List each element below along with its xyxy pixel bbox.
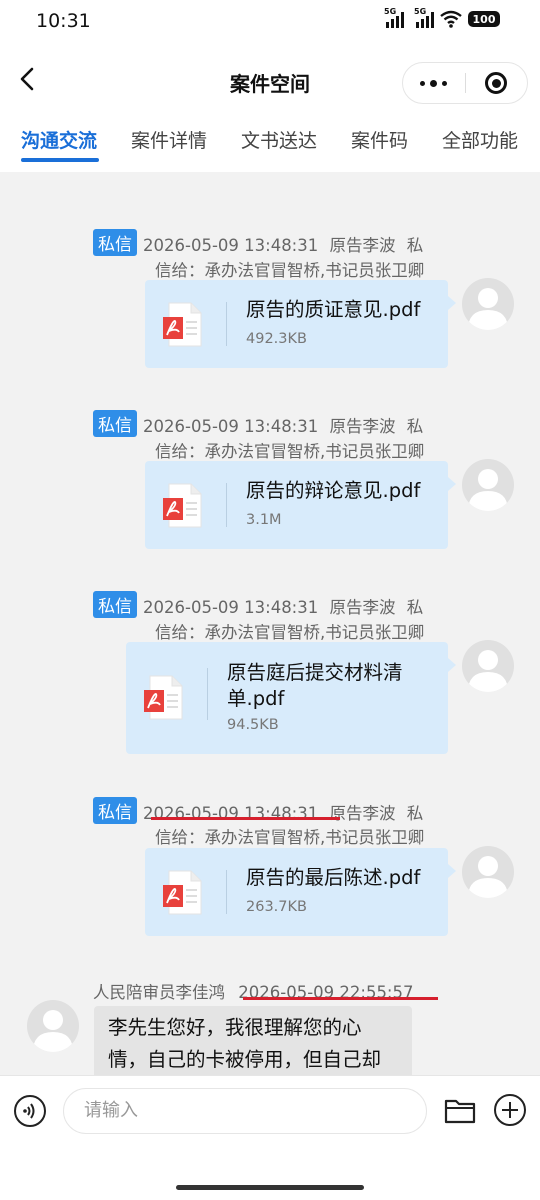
status-time: 10:31 bbox=[36, 10, 91, 32]
message-text-line: 情，自己的卡被停用，但自己却 bbox=[108, 1048, 382, 1071]
dot-icon bbox=[420, 80, 426, 86]
add-attachment-button[interactable] bbox=[494, 1094, 526, 1126]
file-name: 原告的辩论意见.pdf bbox=[246, 479, 421, 502]
target-icon bbox=[485, 72, 508, 94]
voice-input-button[interactable] bbox=[14, 1095, 46, 1127]
dot-icon bbox=[430, 79, 438, 87]
nav-bar: 案件空间 bbox=[0, 46, 540, 116]
signal-icon: 5G bbox=[384, 7, 404, 28]
pdf-file-icon bbox=[163, 483, 202, 528]
file-divider bbox=[226, 483, 227, 527]
message-header: 私信 2026-05-09 13:48:31 原告李波 私 bbox=[93, 410, 423, 437]
avatar[interactable] bbox=[462, 278, 514, 330]
tab-case-details[interactable]: 案件详情 bbox=[131, 126, 207, 153]
message-sender: 原告李波 bbox=[329, 417, 396, 436]
message-header: 私信 2026-05-09 13:48:31 原告李波 私 bbox=[93, 229, 423, 256]
file-bubble[interactable]: 原告的最后陈述.pdf 263.7KB bbox=[145, 848, 448, 936]
file-name-line-2: 单.pdf bbox=[227, 687, 285, 710]
private-tag: 私信 bbox=[93, 410, 137, 437]
status-icons: 5G 5G 100 bbox=[384, 7, 500, 28]
tab-all-functions[interactable]: 全部功能 bbox=[442, 126, 518, 153]
close-mini-program-button[interactable] bbox=[465, 63, 527, 103]
status-bar: 10:31 5G 5G 100 bbox=[0, 0, 540, 46]
avatar[interactable] bbox=[462, 846, 514, 898]
case-space-page: 10:31 5G 5G 100 案件空间 沟通交流 案件详情 文书送达 案件码 … bbox=[0, 0, 540, 1200]
message-recipients: 信给：承办法官冒智桥,书记员张卫卿 bbox=[155, 623, 425, 642]
avatar[interactable] bbox=[27, 1000, 79, 1052]
wifi-icon bbox=[440, 10, 462, 28]
file-name: 原告的质证意见.pdf bbox=[246, 298, 421, 321]
tab-communication[interactable]: 沟通交流 bbox=[21, 126, 97, 153]
private-tag: 私信 bbox=[93, 591, 137, 618]
home-indicator bbox=[176, 1185, 364, 1190]
message-sender: 原告李波 bbox=[329, 804, 396, 823]
message-sender: 原告李波 bbox=[329, 236, 396, 255]
message-recipients: 信给：承办法官冒智桥,书记员张卫卿 bbox=[155, 828, 425, 847]
file-size: 263.7KB bbox=[246, 899, 307, 915]
pdf-file-icon bbox=[163, 302, 202, 347]
message-sender: 原告李波 bbox=[329, 598, 396, 617]
message-timestamp: 2026-05-09 13:48:31 bbox=[143, 598, 319, 617]
message-header: 私信 2026-05-09 13:48:31 原告李波 私 bbox=[93, 591, 423, 618]
message-sender: 人民陪审员李佳鸿 bbox=[93, 983, 225, 1002]
bubble-tail bbox=[448, 658, 456, 672]
file-bubble[interactable]: 原告的质证意见.pdf 492.3KB bbox=[145, 280, 448, 368]
timestamp-highlight-underline bbox=[243, 997, 438, 1000]
signal-icon: 5G bbox=[414, 7, 434, 28]
tab-case-code[interactable]: 案件码 bbox=[351, 126, 408, 153]
tab-document-delivery[interactable]: 文书送达 bbox=[241, 126, 317, 153]
message-timestamp: 2026-05-09 13:48:31 bbox=[143, 236, 319, 255]
file-name: 原告的最后陈述.pdf bbox=[246, 866, 421, 889]
message-timestamp: 2026-05-09 13:48:31 bbox=[143, 804, 319, 823]
message-recipients: 信给：承办法官冒智桥,书记员张卫卿 bbox=[155, 442, 425, 461]
dot-icon bbox=[442, 80, 448, 86]
pdf-file-icon bbox=[163, 870, 202, 915]
file-size: 3.1M bbox=[246, 512, 282, 528]
file-size: 492.3KB bbox=[246, 331, 307, 347]
more-options-button[interactable] bbox=[403, 63, 465, 103]
message-recipients: 信给：承办法官冒智桥,书记员张卫卿 bbox=[155, 261, 425, 280]
bubble-tail bbox=[448, 477, 456, 491]
tab-bar: 沟通交流 案件详情 文书送达 案件码 全部功能 bbox=[0, 116, 540, 172]
avatar[interactable] bbox=[462, 459, 514, 511]
message-timestamp: 2026-05-09 13:48:31 bbox=[143, 417, 319, 436]
file-size: 94.5KB bbox=[227, 717, 279, 733]
private-tag: 私信 bbox=[93, 797, 137, 824]
file-name-line-1: 原告庭后提交材料清 bbox=[227, 661, 403, 684]
folder-icon[interactable] bbox=[444, 1096, 476, 1124]
bubble-tail bbox=[448, 864, 456, 878]
file-divider bbox=[226, 870, 227, 914]
input-bar: 请输入 bbox=[0, 1075, 540, 1200]
text-bubble[interactable]: 李先生您好，我很理解您的心 情，自己的卡被停用，但自己却 bbox=[94, 1006, 412, 1082]
file-divider bbox=[207, 668, 208, 720]
mini-program-capsule bbox=[402, 62, 528, 104]
private-tag: 私信 bbox=[93, 229, 137, 256]
message-input[interactable]: 请输入 bbox=[63, 1088, 427, 1134]
message-text-line: 李先生您好，我很理解您的心 bbox=[108, 1016, 362, 1039]
battery-icon: 100 bbox=[468, 11, 500, 27]
file-divider bbox=[226, 302, 227, 346]
file-bubble[interactable]: 原告庭后提交材料清 单.pdf 94.5KB bbox=[126, 642, 448, 754]
timestamp-highlight-underline bbox=[151, 817, 340, 820]
active-tab-indicator bbox=[21, 158, 99, 162]
avatar[interactable] bbox=[462, 640, 514, 692]
bubble-tail bbox=[448, 296, 456, 310]
voice-icon bbox=[23, 1103, 35, 1119]
pdf-file-icon bbox=[144, 675, 183, 720]
file-bubble[interactable]: 原告的辩论意见.pdf 3.1M bbox=[145, 461, 448, 549]
